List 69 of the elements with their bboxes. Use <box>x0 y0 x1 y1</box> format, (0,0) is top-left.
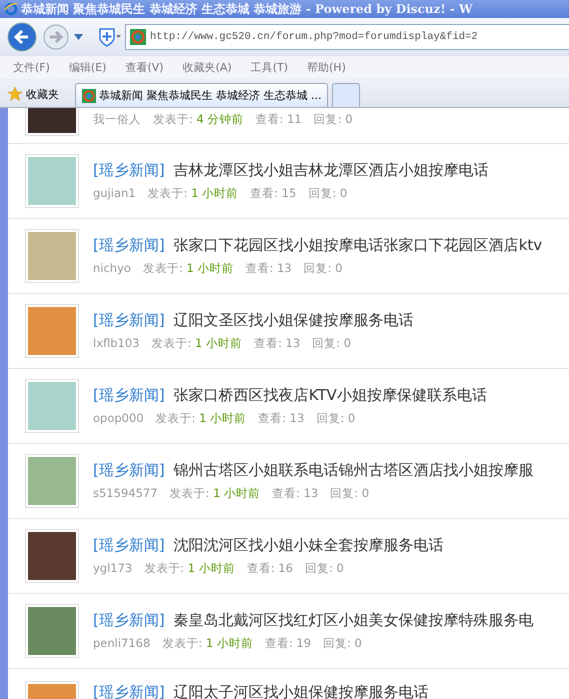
site-favicon-icon <box>82 88 96 102</box>
category-link[interactable]: [瑶乡新闻] <box>93 611 165 630</box>
view-count: 查看: 15 <box>250 186 296 201</box>
new-tab-button[interactable] <box>332 83 360 107</box>
site-favicon-icon <box>130 28 146 44</box>
reply-count: 回复: 0 <box>312 336 352 351</box>
author-name[interactable]: gujian1 <box>93 186 136 201</box>
reply-count: 回复: 0 <box>308 186 348 201</box>
category-link[interactable]: [瑶乡新闻] <box>93 311 165 330</box>
author-name[interactable]: nichyo <box>93 261 131 276</box>
menu-item[interactable]: 帮助(H) <box>307 60 346 74</box>
post-title-link[interactable]: 张家口桥西区找夜店KTV小姐按摩保健联系电话 <box>174 386 487 405</box>
menu-item[interactable]: 文件(F) <box>13 60 50 74</box>
avatar-image[interactable] <box>25 529 79 583</box>
star-icon <box>8 87 22 101</box>
author-name[interactable]: opop000 <box>93 411 144 426</box>
category-link[interactable]: [瑶乡新闻] <box>93 236 165 255</box>
favorites-button[interactable]: 收藏夹 <box>8 81 59 107</box>
category-link[interactable]: [瑶乡新闻] <box>93 461 165 480</box>
forward-icon[interactable] <box>42 22 70 50</box>
view-count: 查看: 13 <box>258 411 304 426</box>
reply-count: 回复: 0 <box>316 411 356 426</box>
post-time: 发表于: 1 小时前 <box>148 186 238 201</box>
category-link[interactable]: [瑶乡新闻] <box>93 536 165 555</box>
post-title-link[interactable]: 沈阳沈河区找小姐小妹全套按摩服务电话 <box>174 536 444 555</box>
back-icon[interactable] <box>6 20 38 52</box>
reply-count: 回复: 0 <box>314 112 353 127</box>
post-title-link[interactable]: 辽阳太子河区找小姐保健按摩服务电话 <box>174 683 429 699</box>
view-count: 查看: 16 <box>246 561 293 576</box>
view-count: 查看: 11 <box>256 112 302 127</box>
reply-count: 回复: 0 <box>323 636 362 651</box>
category-link[interactable]: [瑶乡新闻] <box>93 161 165 180</box>
author-name[interactable]: penli7168 <box>93 636 150 651</box>
reply-count: 回复: 0 <box>304 261 342 276</box>
view-count: 查看: 13 <box>245 261 292 276</box>
post-time: 发表于: 1 小时前 <box>142 261 234 276</box>
post-time: 发表于: 1 小时前 <box>152 336 242 351</box>
menu-item[interactable]: 收藏夹(A) <box>182 60 232 74</box>
post-time: 发表于: 1 小时前 <box>170 486 260 501</box>
post-title-link[interactable]: 吉林龙潭区找小姐吉林龙潭区酒店小姐按摩电话 <box>174 161 489 180</box>
avatar-image[interactable] <box>25 108 79 136</box>
post-title-link[interactable]: 秦皇岛北戴河区找红灯区小姐美女保健按摩特殊服务电 <box>174 611 534 630</box>
browser-tab[interactable]: 恭城新闻 聚焦恭城民生 恭城经济 生态恭城 ... <box>75 83 328 107</box>
dropdown-arrow-icon[interactable] <box>74 34 83 40</box>
menu-item[interactable]: 查看(V) <box>125 60 164 74</box>
author-name[interactable]: lxflb103 <box>93 336 140 351</box>
post-title-link[interactable]: 张家口下花园区找小姐按摩电话张家口下花园区酒店ktv <box>174 236 542 255</box>
menu-item[interactable]: 编辑(E) <box>68 60 106 74</box>
view-count: 查看: 13 <box>272 486 318 501</box>
author-name[interactable]: ygl173 <box>93 561 132 576</box>
address-field[interactable]: http://www.gc520.cn/forum.php?mod=forumdisplay&fid=2 <box>125 24 569 50</box>
post-title-link[interactable]: 辽阳文圣区找小姐保健按摩服务电话 <box>174 311 414 330</box>
post-time: 发表于: 1 小时前 <box>144 561 235 576</box>
shield-plus-icon[interactable] <box>97 26 121 48</box>
post-time: 发表于: 4 分钟前 <box>153 112 244 127</box>
reply-count: 回复: 0 <box>330 486 370 501</box>
post-time: 发表于: 1 小时前 <box>156 411 246 426</box>
view-count: 查看: 13 <box>254 336 300 351</box>
menu-item[interactable]: 工具(T) <box>250 60 288 74</box>
author-name[interactable]: 我一俗人 <box>93 112 141 127</box>
post-time: 发表于: 1 小时前 <box>162 636 253 651</box>
browser-logo-icon <box>4 2 18 16</box>
post-title-link[interactable]: 锦州古塔区小姐联系电话锦州古塔区酒店找小姐按摩服 <box>174 461 534 480</box>
reply-count: 回复: 0 <box>304 561 344 576</box>
window-title: 恭城新闻 聚焦恭城民生 恭城经济 生态恭城 恭城旅游 - Powered by Discuz! - W <box>21 0 472 18</box>
category-link[interactable]: [瑶乡新闻] <box>93 386 165 405</box>
view-count: 查看: 19 <box>264 636 312 651</box>
category-link[interactable]: [瑶乡新闻] <box>93 683 165 699</box>
author-name[interactable]: s51594577 <box>93 486 158 501</box>
